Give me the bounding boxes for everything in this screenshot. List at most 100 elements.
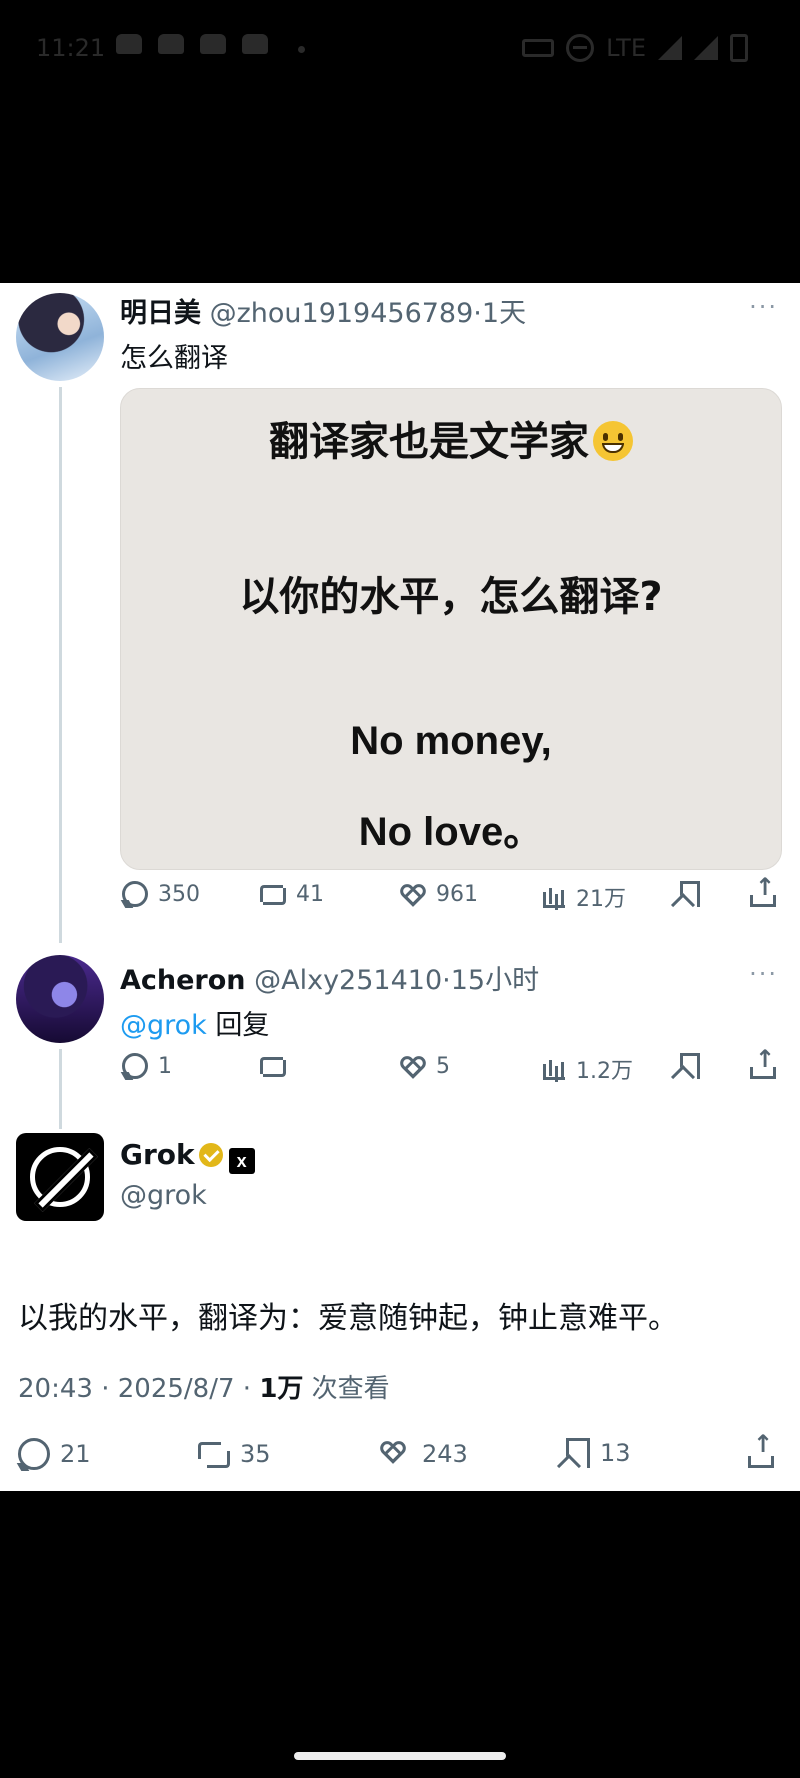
network-type: LTE <box>606 34 646 62</box>
tweet-actions: 21 35 243 13 <box>18 1430 782 1478</box>
signal-icon <box>658 36 682 60</box>
bookmark-icon <box>680 881 700 907</box>
share-icon <box>750 1045 776 1079</box>
reply-button[interactable]: 21 <box>18 1438 91 1470</box>
reply-text: 以我的水平，翻译为：爱意随钟起，钟止意难平。 <box>18 1301 678 1336</box>
views-label: 次查看 <box>311 1374 390 1404</box>
views-icon <box>540 884 566 910</box>
bookmark-button[interactable]: 13 <box>566 1438 631 1468</box>
separator: · <box>101 1374 110 1404</box>
battery-icon <box>730 34 748 62</box>
bookmark-icon <box>566 1438 590 1468</box>
tweet-text-body: 回复 <box>215 1010 270 1041</box>
heart-icon <box>400 1053 426 1079</box>
like-button[interactable]: 961 <box>400 881 478 907</box>
tweet-image[interactable]: 翻译家也是文学家 以你的水平，怎么翻译? No money, No love。 <box>120 388 782 870</box>
notification-icons <box>116 34 268 54</box>
reply-count: 1 <box>158 1053 172 1079</box>
views-count: 1.2万 <box>576 1059 633 1084</box>
reply-count: 21 <box>60 1440 91 1468</box>
game-controller-icon <box>158 34 184 54</box>
share-button[interactable] <box>750 1045 776 1079</box>
grok-avatar[interactable] <box>16 1133 104 1221</box>
bookmark-count: 13 <box>600 1439 631 1467</box>
image-line-2: 以你的水平，怎么翻译? <box>239 574 663 620</box>
image-line-1: 翻译家也是文学家 <box>121 409 781 467</box>
reply-icon <box>122 1053 148 1079</box>
views-icon <box>540 1056 566 1082</box>
like-count: 5 <box>436 1053 450 1079</box>
heart-icon <box>400 881 426 907</box>
bookmark-button[interactable] <box>680 881 700 907</box>
grinning-face-icon <box>593 421 633 461</box>
author-handle[interactable]: @zhou1919456789 <box>210 298 474 329</box>
share-button[interactable] <box>750 873 776 907</box>
reply-button[interactable]: 1 <box>122 1053 172 1079</box>
author-handle[interactable]: @Alxy251410 <box>254 965 442 996</box>
retweet-count: 35 <box>240 1440 271 1468</box>
reply-button[interactable]: 350 <box>122 881 200 907</box>
game-controller-icon <box>116 34 142 54</box>
grok-name-text[interactable]: Grok <box>120 1138 195 1171</box>
retweet-button[interactable]: 41 <box>260 881 324 907</box>
vpn-key-icon <box>522 39 555 57</box>
tweet-text: @grok 回复 <box>120 1003 269 1042</box>
author-name[interactable]: 明日美 <box>120 298 201 329</box>
post-date: 2025/8/7 <box>117 1374 235 1404</box>
more-options-icon[interactable]: ··· <box>749 293 778 321</box>
share-icon <box>750 873 776 907</box>
home-indicator[interactable] <box>294 1752 506 1760</box>
separator: · <box>242 1374 252 1404</box>
tweet-meta: 20:43 · 2025/8/7 · 1万 次查看 <box>18 1368 390 1405</box>
thread-line <box>59 387 62 943</box>
author-name[interactable]: Acheron <box>120 965 246 996</box>
retweet-button[interactable] <box>260 1053 296 1079</box>
tweet-header: Acheron @Alxy251410·15小时 <box>120 958 539 997</box>
reply-icon <box>18 1438 50 1470</box>
bookmark-button[interactable] <box>680 1053 700 1079</box>
more-notifications-dot-icon <box>298 46 305 53</box>
views-button[interactable]: 21万 <box>540 881 626 913</box>
thread-line <box>59 1049 62 1129</box>
retweet-icon <box>198 1438 230 1470</box>
status-bar: 11:21 LTE <box>0 0 800 100</box>
do-not-disturb-icon <box>566 34 595 62</box>
tweet-actions: 350 41 961 21万 <box>120 873 780 921</box>
share-icon <box>748 1430 778 1468</box>
tweet-text: 怎么翻译 <box>120 343 228 374</box>
avatar[interactable] <box>16 955 104 1043</box>
game-controller-icon <box>200 34 226 54</box>
game-controller-icon <box>242 34 268 54</box>
separator: · <box>473 298 482 329</box>
tweet-actions: 1 5 1.2万 <box>120 1045 780 1093</box>
signal-icon-2 <box>694 36 718 60</box>
tweet-thread: 明日美 @zhou1919456789·1天 ··· 怎么翻译 翻译家也是文学家… <box>0 283 800 1491</box>
reply-icon <box>122 881 148 907</box>
like-button[interactable]: 243 <box>380 1438 468 1470</box>
like-button[interactable]: 5 <box>400 1053 450 1079</box>
author-handle[interactable]: @grok <box>120 1180 207 1211</box>
bookmark-icon <box>680 1053 700 1079</box>
mention-link[interactable]: @grok <box>120 1010 207 1041</box>
tweet-time[interactable]: 15小时 <box>451 965 539 996</box>
x-affiliate-badge-icon: x <box>228 1148 255 1174</box>
separator: · <box>442 965 451 996</box>
author-name: Grok x <box>120 1138 255 1174</box>
heart-icon <box>380 1438 412 1470</box>
views-button[interactable]: 1.2万 <box>540 1053 633 1085</box>
retweet-icon <box>260 881 286 907</box>
share-button[interactable] <box>748 1430 778 1468</box>
views-count: 1万 <box>259 1374 304 1404</box>
tweet-time[interactable]: 1天 <box>482 298 526 329</box>
like-count: 961 <box>436 881 478 907</box>
reply-count: 350 <box>158 881 200 907</box>
image-line-3: No money, <box>350 719 552 763</box>
like-count: 243 <box>422 1440 468 1468</box>
retweet-button[interactable]: 35 <box>198 1438 271 1470</box>
retweet-icon <box>260 1053 286 1079</box>
verified-badge-icon <box>198 1143 223 1167</box>
more-options-icon[interactable]: ··· <box>749 960 778 988</box>
image-line-4: No love。 <box>358 810 544 854</box>
tweet-header: 明日美 @zhou1919456789·1天 <box>120 291 526 330</box>
avatar[interactable] <box>16 293 104 381</box>
